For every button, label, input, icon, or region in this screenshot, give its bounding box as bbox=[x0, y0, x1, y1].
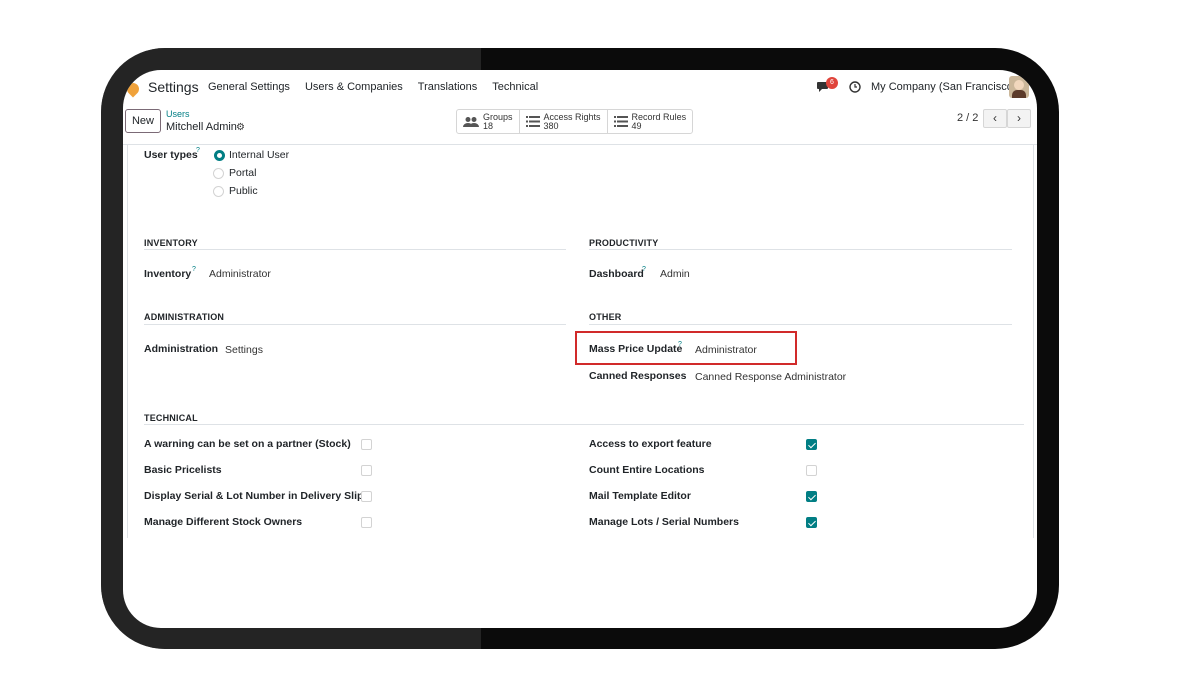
chat-count-badge: 6 bbox=[826, 77, 838, 89]
company-switcher[interactable]: My Company (San Francisco) bbox=[871, 81, 1017, 93]
technical-checkbox[interactable] bbox=[361, 491, 372, 502]
dashboard-value[interactable]: Admin bbox=[660, 268, 690, 280]
technical-option-label: Manage Lots / Serial Numbers bbox=[589, 516, 739, 528]
help-icon[interactable]: ? bbox=[192, 266, 196, 273]
smart-buttons: Groups 18 Access Rights 380 Record Rules… bbox=[456, 109, 694, 134]
record-rules-stat-button[interactable]: Record Rules 49 bbox=[608, 110, 693, 133]
menu-translations[interactable]: Translations bbox=[418, 81, 478, 93]
inventory-value[interactable]: Administrator bbox=[209, 268, 271, 280]
radio-public[interactable] bbox=[213, 186, 224, 197]
user-avatar[interactable] bbox=[1009, 76, 1029, 98]
technical-option-label: Mail Template Editor bbox=[589, 490, 691, 502]
app-title[interactable]: Settings bbox=[148, 79, 199, 95]
section-divider bbox=[589, 249, 1012, 250]
technical-option-label: Access to export feature bbox=[589, 438, 712, 450]
radio-label[interactable]: Portal bbox=[229, 167, 256, 179]
canned-responses-value[interactable]: Canned Response Administrator bbox=[695, 371, 846, 383]
technical-checkbox[interactable] bbox=[806, 491, 817, 502]
canned-responses-label: Canned Responses bbox=[589, 370, 687, 382]
radio-label[interactable]: Public bbox=[229, 185, 258, 197]
radio-internal-user[interactable] bbox=[214, 150, 225, 161]
administration-label: Administration bbox=[144, 343, 219, 355]
technical-option-label: A warning can be set on a partner (Stock… bbox=[144, 438, 351, 450]
productivity-heading: PRODUCTIVITY bbox=[589, 238, 659, 248]
new-button[interactable]: New bbox=[125, 109, 161, 133]
technical-option-label: Manage Different Stock Owners bbox=[144, 516, 303, 528]
gear-icon[interactable]: ⚙ bbox=[236, 122, 245, 133]
pager-next-button[interactable]: › bbox=[1007, 109, 1031, 128]
help-icon[interactable]: ? bbox=[642, 266, 646, 273]
access-rights-stat-button[interactable]: Access Rights 380 bbox=[520, 110, 608, 133]
main-menu: General Settings Users & Companies Trans… bbox=[208, 81, 538, 93]
technical-heading: TECHNICAL bbox=[144, 413, 198, 423]
groups-stat-button[interactable]: Groups 18 bbox=[457, 110, 520, 133]
inventory-heading: INVENTORY bbox=[144, 238, 198, 248]
section-divider bbox=[144, 424, 1024, 425]
stat-count: 18 bbox=[483, 120, 494, 131]
technical-checkbox[interactable] bbox=[806, 439, 817, 450]
app-screen: Settings General Settings Users & Compan… bbox=[123, 70, 1037, 628]
list-icon bbox=[525, 116, 540, 127]
section-divider bbox=[589, 324, 1012, 325]
inventory-label: Inventory bbox=[144, 268, 192, 280]
dashboard-label: Dashboard bbox=[589, 268, 644, 280]
radio-portal[interactable] bbox=[213, 168, 224, 179]
breadcrumb-current: Mitchell Admin bbox=[166, 121, 237, 133]
technical-option-label: Basic Pricelists bbox=[144, 464, 222, 476]
radio-label[interactable]: Internal User bbox=[229, 149, 289, 161]
administration-heading: ADMINISTRATION bbox=[144, 312, 225, 322]
users-icon bbox=[463, 116, 479, 127]
section-divider bbox=[144, 249, 566, 250]
technical-checkbox[interactable] bbox=[806, 517, 817, 528]
app-logo-icon[interactable] bbox=[124, 80, 142, 98]
menu-general-settings[interactable]: General Settings bbox=[208, 81, 290, 93]
form-sheet-border bbox=[127, 145, 128, 538]
highlight-box bbox=[575, 331, 797, 365]
other-heading: OTHER bbox=[589, 312, 622, 322]
menu-users-companies[interactable]: Users & Companies bbox=[305, 81, 403, 93]
user-types-label: User types bbox=[144, 149, 198, 161]
technical-checkbox[interactable] bbox=[806, 465, 817, 476]
technical-option-label: Display Serial & Lot Number in Delivery … bbox=[144, 490, 370, 502]
form-sheet-border bbox=[1033, 145, 1034, 538]
stat-count: 49 bbox=[631, 120, 642, 131]
stat-count: 380 bbox=[543, 120, 559, 131]
section-divider bbox=[144, 324, 566, 325]
pager-previous-button[interactable]: ‹ bbox=[983, 109, 1007, 128]
help-icon[interactable]: ? bbox=[196, 147, 200, 154]
technical-checkbox[interactable] bbox=[361, 439, 372, 450]
user-form: User types ? Internal User Portal Public… bbox=[123, 145, 1037, 628]
menu-technical[interactable]: Technical bbox=[492, 81, 538, 93]
administration-value[interactable]: Settings bbox=[225, 344, 263, 356]
technical-option-label: Count Entire Locations bbox=[589, 464, 705, 476]
technical-checkbox[interactable] bbox=[361, 517, 372, 528]
clock-icon[interactable] bbox=[849, 81, 861, 93]
top-navbar: Settings General Settings Users & Compan… bbox=[123, 70, 1037, 104]
technical-checkbox[interactable] bbox=[361, 465, 372, 476]
list-icon bbox=[613, 116, 628, 127]
breadcrumb-users[interactable]: Users bbox=[166, 109, 190, 119]
pager-value[interactable]: 2 / 2 bbox=[957, 112, 978, 124]
control-panel: New Users Mitchell Admin ⚙ Groups 18 Acc… bbox=[123, 104, 1037, 145]
